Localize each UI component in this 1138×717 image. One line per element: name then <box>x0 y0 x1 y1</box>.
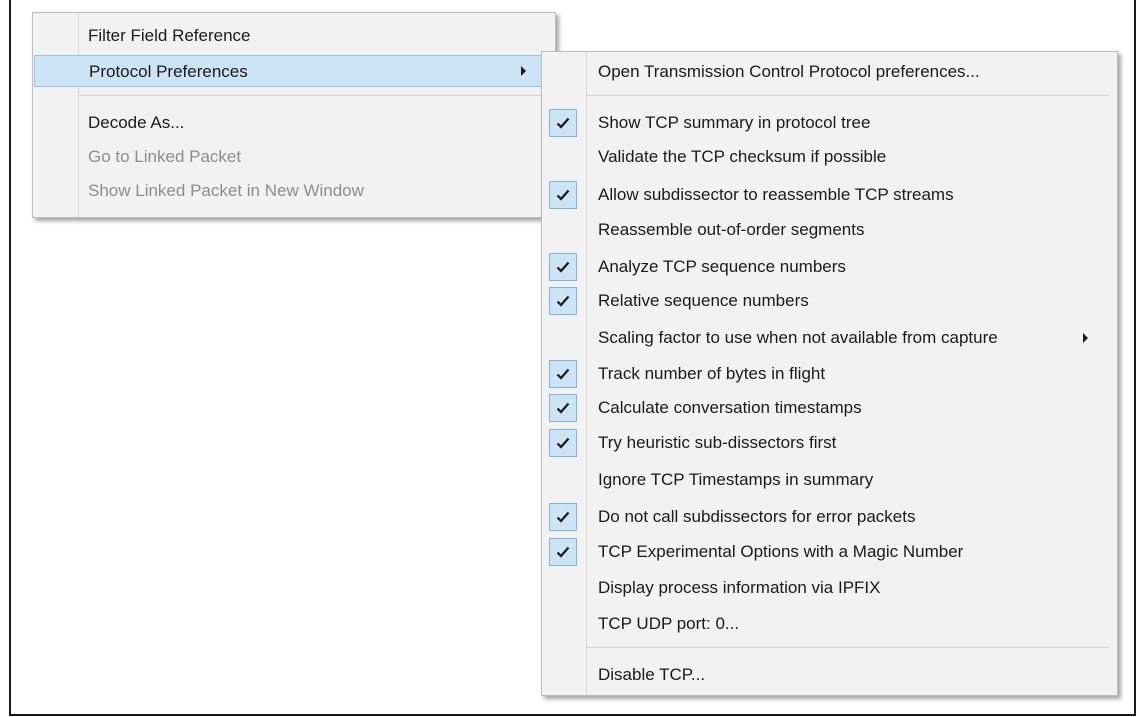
chevron-right-icon <box>521 66 526 76</box>
menu-item-show-tcp-summary[interactable]: Show TCP summary in protocol tree <box>542 107 1117 139</box>
menu-item-label: Try heuristic sub-dissectors first <box>598 433 837 452</box>
menu-separator <box>79 95 551 96</box>
menu-separator <box>587 95 1109 96</box>
checkmark-icon <box>549 503 577 531</box>
menu-item-label: Ignore TCP Timestamps in summary <box>598 470 874 489</box>
menu-item-try-heuristic-first[interactable]: Try heuristic sub-dissectors first <box>542 427 1117 459</box>
menu-item-label: Analyze TCP sequence numbers <box>598 257 846 276</box>
menu-item-calculate-conversation-timestamps[interactable]: Calculate conversation timestamps <box>542 392 1117 424</box>
menu-item-label: Display process information via IPFIX <box>598 578 881 597</box>
menu-item-show-linked-packet-new-window[interactable]: Show Linked Packet in New Window <box>33 175 555 207</box>
menu-item-label: Validate the TCP checksum if possible <box>598 147 887 166</box>
menu-item-protocol-preferences[interactable]: Protocol Preferences <box>34 55 553 87</box>
menu-item-label: Calculate conversation timestamps <box>598 398 862 417</box>
menu-item-scaling-factor[interactable]: Scaling factor to use when not available… <box>542 322 1117 354</box>
menu-item-label: Open Transmission Control Protocol prefe… <box>598 62 980 81</box>
menu-item-label: TCP UDP port: 0... <box>598 614 740 633</box>
menu-item-validate-checksum[interactable]: Validate the TCP checksum if possible <box>542 141 1117 173</box>
checkmark-icon <box>549 429 577 457</box>
menu-item-no-subdissectors-error-packets[interactable]: Do not call subdissectors for error pack… <box>542 501 1117 533</box>
menu-item-label: Decode As... <box>88 113 185 132</box>
menu-item-label: Filter Field Reference <box>88 26 251 45</box>
checkmark-icon <box>549 109 577 137</box>
chevron-right-icon <box>1083 333 1088 343</box>
menu-item-label: TCP Experimental Options with a Magic Nu… <box>598 542 964 561</box>
menu-item-disable-tcp[interactable]: Disable TCP... <box>542 659 1117 691</box>
menu-item-label: Relative sequence numbers <box>598 291 809 310</box>
menu-item-label: Do not call subdissectors for error pack… <box>598 507 916 526</box>
menu-item-decode-as[interactable]: Decode As... <box>33 107 555 139</box>
menu-item-reassemble-out-of-order[interactable]: Reassemble out-of-order segments <box>542 214 1117 246</box>
menu-item-label: Go to Linked Packet <box>88 147 242 166</box>
menu-item-label: Track number of bytes in flight <box>598 364 826 383</box>
context-menu: Filter Field Reference Protocol Preferen… <box>32 12 556 218</box>
menu-item-allow-subdissector-reassemble[interactable]: Allow subdissector to reassemble TCP str… <box>542 179 1117 211</box>
checkmark-icon <box>549 394 577 422</box>
menu-separator <box>587 647 1109 648</box>
menu-item-label: Scaling factor to use when not available… <box>598 328 998 347</box>
menu-item-label: Show Linked Packet in New Window <box>88 181 364 200</box>
menu-item-analyze-sequence-numbers[interactable]: Analyze TCP sequence numbers <box>542 251 1117 283</box>
menu-item-experimental-options-magic[interactable]: TCP Experimental Options with a Magic Nu… <box>542 536 1117 568</box>
checkmark-icon <box>549 287 577 315</box>
menu-item-track-bytes-in-flight[interactable]: Track number of bytes in flight <box>542 358 1117 390</box>
checkmark-icon <box>549 181 577 209</box>
checkmark-icon <box>549 360 577 388</box>
menu-item-label: Allow subdissector to reassemble TCP str… <box>598 185 954 204</box>
checkmark-icon <box>549 538 577 566</box>
menu-item-label: Reassemble out-of-order segments <box>598 220 865 239</box>
menu-item-open-tcp-preferences[interactable]: Open Transmission Control Protocol prefe… <box>542 56 1117 88</box>
checkmark-icon <box>549 253 577 281</box>
menu-item-tcp-udp-port[interactable]: TCP UDP port: 0... <box>542 608 1117 640</box>
menu-item-label: Protocol Preferences <box>89 62 248 81</box>
menu-item-label: Show TCP summary in protocol tree <box>598 113 871 132</box>
menu-item-go-to-linked-packet[interactable]: Go to Linked Packet <box>33 141 555 173</box>
menu-item-label: Disable TCP... <box>598 665 706 684</box>
menu-item-display-process-ipfix[interactable]: Display process information via IPFIX <box>542 572 1117 604</box>
menu-item-relative-sequence-numbers[interactable]: Relative sequence numbers <box>542 285 1117 317</box>
protocol-preferences-submenu: Open Transmission Control Protocol prefe… <box>541 51 1118 696</box>
menu-item-ignore-tcp-timestamps[interactable]: Ignore TCP Timestamps in summary <box>542 464 1117 496</box>
menu-item-filter-field-reference[interactable]: Filter Field Reference <box>33 20 555 52</box>
